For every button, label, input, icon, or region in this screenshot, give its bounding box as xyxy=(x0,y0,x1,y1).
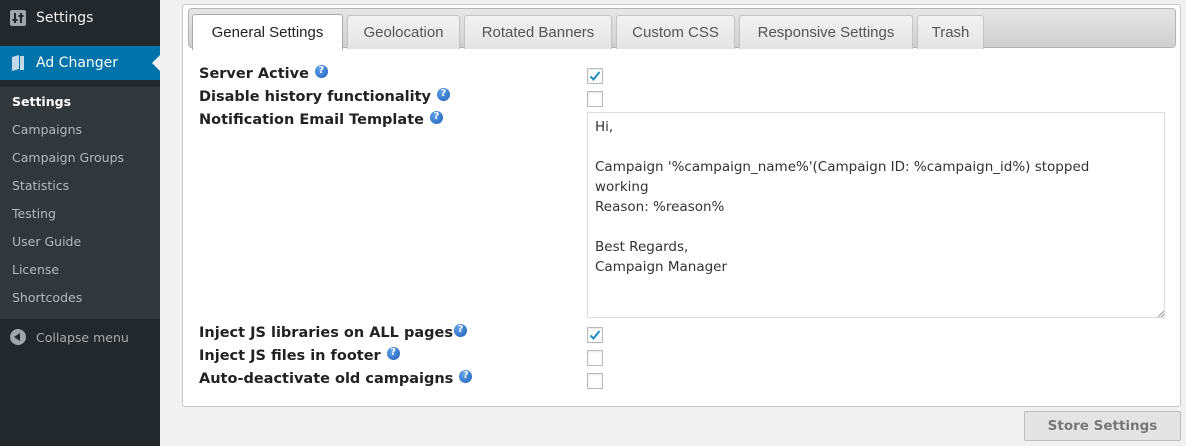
submenu-item-statistics[interactable]: Statistics xyxy=(12,178,69,194)
checkmark-icon xyxy=(589,71,601,81)
disable-history-checkbox[interactable] xyxy=(587,91,603,107)
submenu-item-license[interactable]: License xyxy=(12,262,59,278)
inject-js-footer-checkbox[interactable] xyxy=(587,350,603,366)
checkmark-icon xyxy=(589,330,601,340)
submenu-item-shortcodes[interactable]: Shortcodes xyxy=(12,290,82,306)
disable-history-label: Disable history functionality ? xyxy=(199,87,450,105)
menu-ad-changer-label: Ad Changer xyxy=(36,55,119,71)
auto-deactivate-label: Auto-deactivate old campaigns ? xyxy=(199,369,473,387)
submenu-item-testing[interactable]: Testing xyxy=(12,206,56,222)
tab-custom-css[interactable]: Custom CSS xyxy=(616,15,735,49)
help-icon[interactable]: ? xyxy=(459,369,473,383)
inject-js-all-checkbox[interactable] xyxy=(587,327,603,343)
help-icon[interactable]: ? xyxy=(429,110,443,124)
settings-sliders-icon xyxy=(0,10,36,26)
submenu-item-campaign-groups[interactable]: Campaign Groups xyxy=(12,150,124,166)
resize-grip-icon[interactable] xyxy=(1157,310,1165,318)
menu-ad-changer[interactable]: Ad Changer xyxy=(0,46,160,80)
server-active-label: Server Active ? xyxy=(199,64,328,82)
collapse-arrow-icon xyxy=(10,329,26,345)
submenu-item-user-guide[interactable]: User Guide xyxy=(12,234,81,250)
submenu-item-settings[interactable]: Settings xyxy=(12,94,71,110)
help-icon[interactable]: ? xyxy=(453,323,467,337)
server-active-checkbox[interactable] xyxy=(587,68,603,84)
tab-trash[interactable]: Trash xyxy=(917,15,984,49)
tab-rotated-banners[interactable]: Rotated Banners xyxy=(464,15,612,49)
collapse-menu-button[interactable]: Collapse menu xyxy=(0,326,160,348)
notification-email-textarea[interactable]: Hi, Campaign '%campaign_name%'(Campaign … xyxy=(587,112,1165,318)
settings-tab-bar: General Settings Geolocation Rotated Ban… xyxy=(188,8,1176,50)
menu-settings-label: Settings xyxy=(36,10,94,26)
tab-geolocation[interactable]: Geolocation xyxy=(347,15,460,49)
help-icon[interactable]: ? xyxy=(314,64,328,78)
inject-js-all-label: Inject JS libraries on ALL pages ? xyxy=(199,323,467,341)
document-stack-icon xyxy=(0,55,36,71)
tab-general-settings[interactable]: General Settings xyxy=(192,14,343,50)
settings-panel: General Settings Geolocation Rotated Ban… xyxy=(182,4,1181,407)
help-icon[interactable]: ? xyxy=(436,87,450,101)
tab-responsive-settings[interactable]: Responsive Settings xyxy=(739,15,913,49)
submenu-item-campaigns[interactable]: Campaigns xyxy=(12,122,82,138)
notification-email-label: Notification Email Template ? xyxy=(199,110,443,128)
inject-js-footer-label: Inject JS files in footer ? xyxy=(199,346,400,364)
collapse-menu-label: Collapse menu xyxy=(36,329,129,345)
auto-deactivate-checkbox[interactable] xyxy=(587,373,603,389)
help-icon[interactable]: ? xyxy=(386,346,400,360)
ad-changer-submenu: Settings Campaigns Campaign Groups Stati… xyxy=(0,87,160,319)
store-settings-button[interactable]: Store Settings xyxy=(1024,411,1181,441)
admin-sidebar: Settings Ad Changer Settings Campaigns C… xyxy=(0,0,160,446)
menu-settings[interactable]: Settings xyxy=(0,1,160,35)
